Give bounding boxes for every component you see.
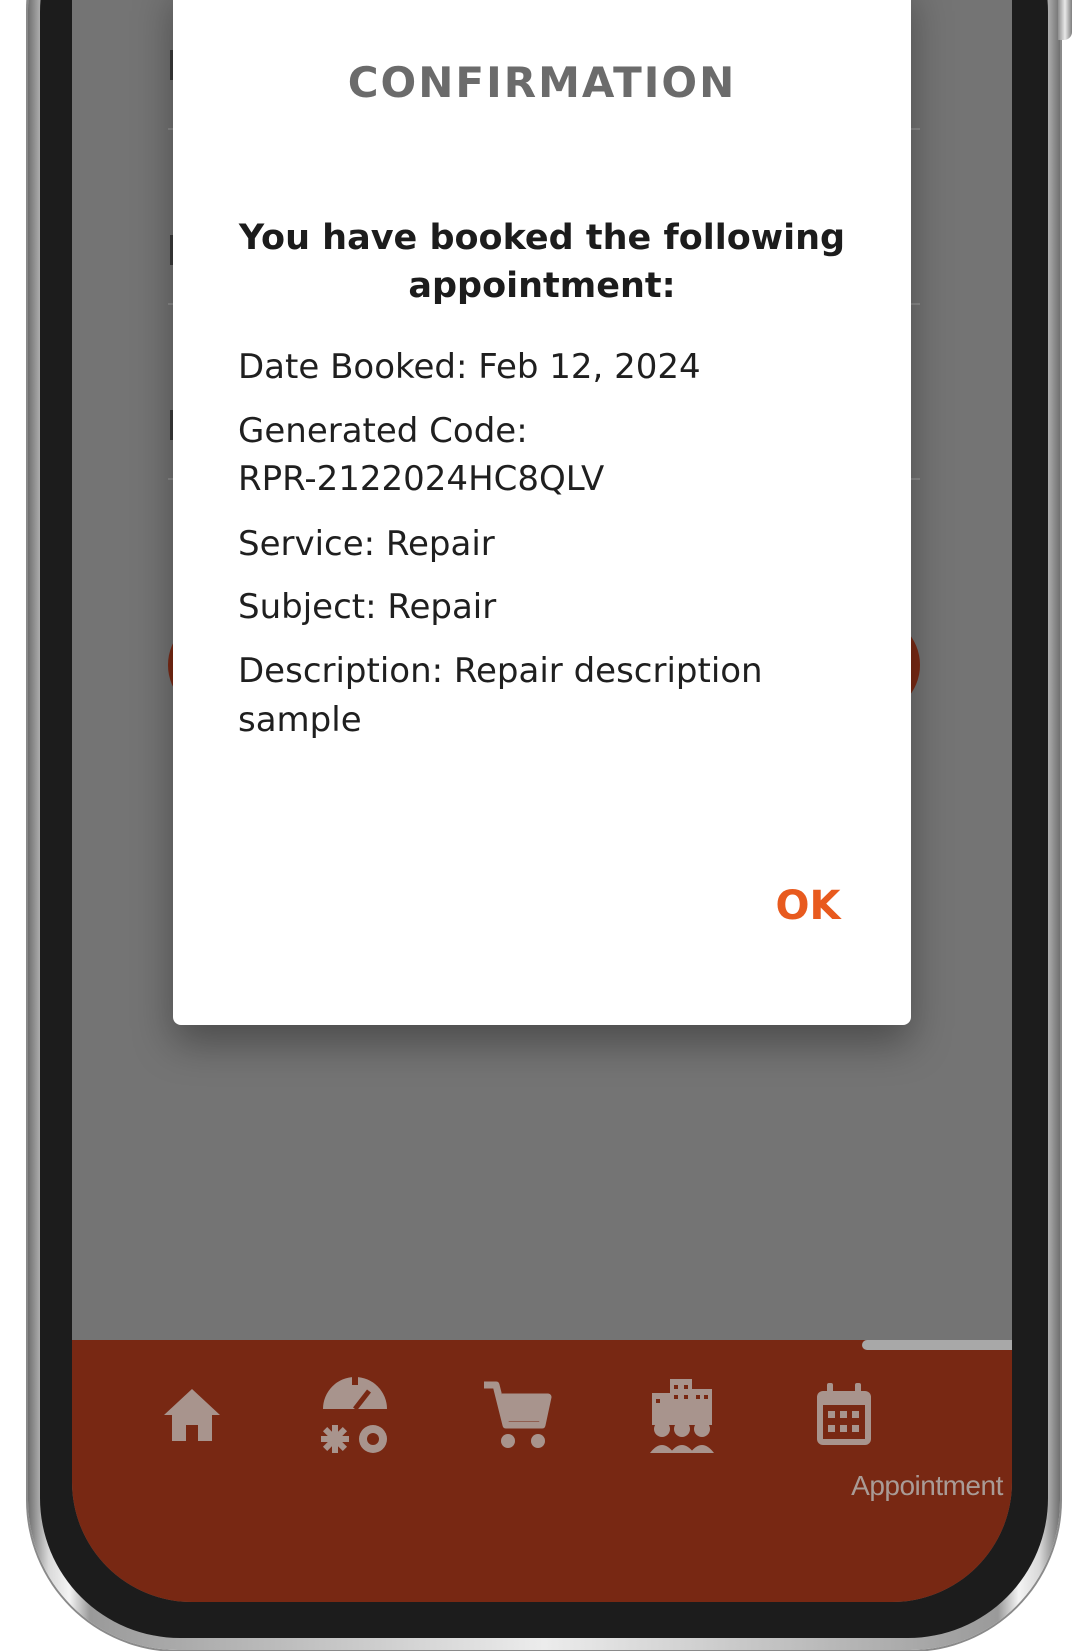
nav-item-home[interactable] [142,1370,242,1460]
description-text: Description: Repair description sample [238,651,763,740]
nav-item-cart[interactable] [468,1370,568,1460]
confirmation-dialog: CONFIRMATION You have booked the followi… [173,0,911,1025]
nav-item-services[interactable] [305,1370,405,1460]
bottom-navigation: Appointment [72,1340,1012,1602]
nav-item-appointment-label[interactable]: Appointment [827,1470,1012,1502]
date-booked-text: Date Booked: Feb 12, 2024 [238,347,701,387]
home-icon [164,1389,220,1441]
generated-code-label: Generated Code: [238,411,528,451]
nav-item-community[interactable] [632,1370,732,1460]
building-people-icon [650,1379,714,1453]
screenshot-stage: Appointment CONFIRMATION You have booked… [0,0,1080,1651]
calendar-icon [817,1383,871,1445]
subject-text: Subject: Repair [238,587,497,627]
generated-code-value: RPR-2122024HC8QLV [238,459,605,499]
phone-side-button [1058,0,1072,40]
dialog-heading: You have booked the following appointmen… [238,218,846,306]
service-text: Service: Repair [238,524,495,564]
nav-active-indicator [862,1340,1012,1350]
nav-item-appointment[interactable] [794,1370,894,1460]
cart-icon [484,1381,552,1448]
dialog-title: CONFIRMATION [347,58,737,107]
ok-button[interactable]: OK [763,883,853,939]
services-icon [321,1375,387,1453]
